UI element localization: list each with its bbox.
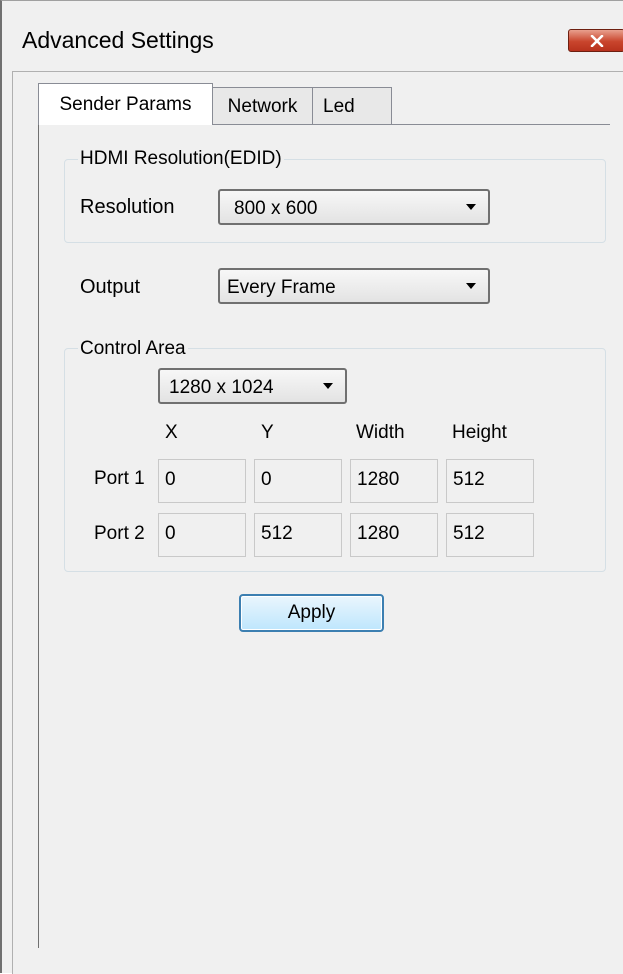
tab-network[interactable]: Network — [212, 87, 313, 125]
control-area-group-title: Control Area — [78, 338, 188, 360]
column-header-y: Y — [261, 422, 274, 443]
control-area-size-select[interactable]: 1280 x 1024 — [158, 368, 347, 404]
chevron-down-icon — [466, 283, 476, 289]
tab-label: Led — [323, 95, 355, 117]
output-select-value: Every Frame — [227, 277, 336, 298]
port-1-x-field[interactable]: 0 — [158, 459, 246, 503]
output-select[interactable]: Every Frame — [218, 268, 490, 304]
column-header-width: Width — [356, 422, 405, 443]
title-bar[interactable]: Advanced Settings — [2, 1, 623, 73]
apply-button-label: Apply — [287, 602, 336, 623]
port-2-width-field[interactable]: 1280 — [350, 513, 438, 557]
port-1-width-field[interactable]: 1280 — [350, 459, 438, 503]
port-2-y-field[interactable]: 512 — [254, 513, 342, 557]
column-header-height: Height — [452, 422, 507, 443]
port-2-label: Port 2 — [94, 523, 145, 544]
tab-label: Network — [227, 95, 298, 117]
resolution-label: Resolution — [80, 196, 175, 218]
tab-strip-divider — [212, 124, 610, 125]
tab-label: Sender Params — [59, 93, 192, 115]
apply-button[interactable]: Apply — [239, 594, 384, 632]
control-area-size-value: 1280 x 1024 — [169, 377, 274, 398]
port-2-x-field[interactable]: 0 — [158, 513, 246, 557]
advanced-settings-window: Advanced Settings Sender Params Network … — [0, 0, 623, 974]
tab-led[interactable]: Led — [312, 87, 392, 125]
chevron-down-icon — [466, 204, 476, 210]
window-title: Advanced Settings — [22, 27, 214, 53]
resolution-select[interactable]: 800 x 600 — [218, 189, 490, 225]
port-1-height-field[interactable]: 512 — [446, 459, 534, 503]
hdmi-resolution-group-title: HDMI Resolution(EDID) — [78, 148, 284, 170]
chevron-down-icon — [323, 383, 333, 389]
panel-left-border — [38, 123, 39, 948]
column-header-x: X — [165, 422, 178, 443]
close-icon — [590, 34, 604, 47]
resolution-select-value: 800 x 600 — [234, 198, 318, 219]
port-1-label: Port 1 — [94, 468, 145, 489]
port-2-height-field[interactable]: 512 — [446, 513, 534, 557]
port-1-y-field[interactable]: 0 — [254, 459, 342, 503]
output-label: Output — [80, 276, 141, 298]
close-button[interactable] — [568, 29, 623, 52]
tab-sender-params[interactable]: Sender Params — [38, 83, 213, 125]
